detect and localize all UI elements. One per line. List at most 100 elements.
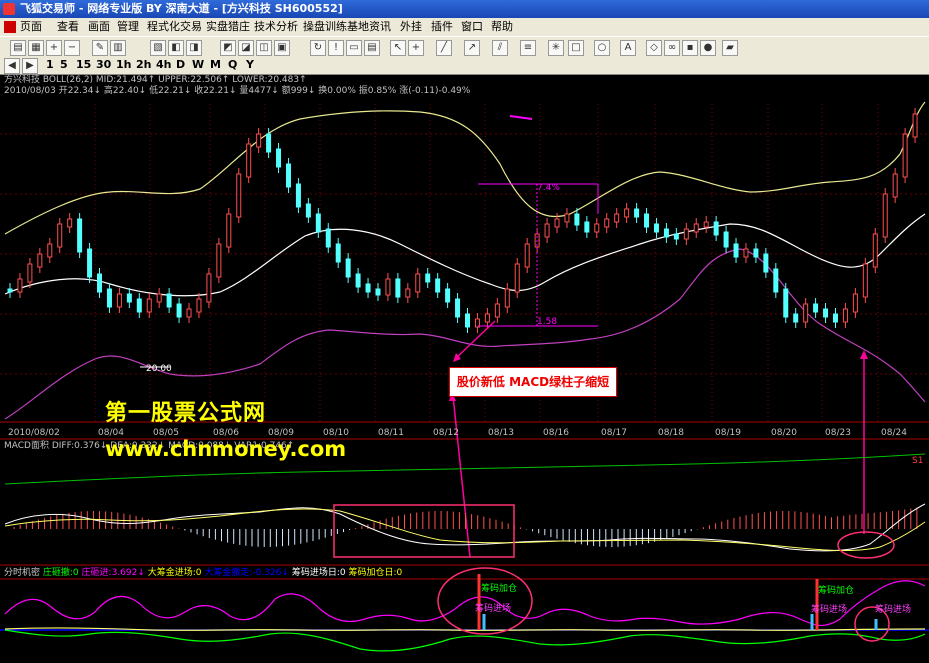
period-M[interactable]: M [210,57,221,73]
cross-icon[interactable]: + [408,40,424,56]
link-icon[interactable]: ∞ [664,40,680,56]
flow-header-part: 庄砸撤:0 [42,568,79,578]
eraser-icon[interactable]: ◇ [646,40,662,56]
candle-body [77,218,83,253]
menu-plugin[interactable]: 插件 [431,18,453,36]
candle-body [276,148,282,168]
fib-icon[interactable]: ≡ [520,40,536,56]
candle-body [455,298,461,318]
candle-body [335,243,341,263]
candlestick-group [7,108,918,333]
candle-body [136,298,142,313]
alert-icon[interactable]: ! [328,40,344,56]
menu-window[interactable]: 窗口 [461,18,483,36]
list-icon[interactable]: ▣ [274,40,290,56]
menu-screen[interactable]: 画面 [88,18,110,36]
candle-body [87,248,93,278]
date-label: 08/23 [825,428,851,438]
print-icon[interactable]: ▦ [28,40,44,56]
candle-body [285,163,291,188]
candle-body [355,273,361,288]
font-icon[interactable]: A [620,40,636,56]
open-icon[interactable]: ▤ [10,40,26,56]
candle-body [753,248,759,258]
period-4h[interactable]: 4h [156,57,172,73]
menu-view[interactable]: 查看 [57,18,79,36]
cursor-icon[interactable]: ↖ [390,40,406,56]
title-bar: 飞狐交易师 - 网络专业版 BY 深南大道 - [方兴科技 SH600552] [0,0,929,18]
ray-icon[interactable]: ↗ [464,40,480,56]
menu-hunt[interactable]: 实盘猎庄 [206,18,250,36]
candle-body [315,213,321,233]
period-Q[interactable]: Q [228,57,237,73]
forward-icon[interactable]: ▶ [22,58,38,74]
candle-body [17,278,23,293]
system-menu-icon[interactable] [4,21,16,33]
candle-body [126,293,132,303]
period-1h[interactable]: 1h [116,57,132,73]
chart-area[interactable]: 方兴科技 BOLL(26,2) MID:21.494↑ UPPER:22.506… [0,74,929,663]
refresh-icon[interactable]: ↻ [310,40,326,56]
back-icon[interactable]: ◀ [4,58,20,74]
candle-body [256,133,262,148]
candle-body [216,243,222,278]
candle-body [683,228,689,240]
period-Y[interactable]: Y [246,57,254,73]
period-2h[interactable]: 2h [136,57,152,73]
annotation-callout: 股价新低 MACD绿柱子缩短 [449,367,617,397]
grid-icon[interactable]: ▥ [110,40,126,56]
period-5[interactable]: 5 [60,57,68,73]
period-1[interactable]: 1 [46,57,54,73]
measure-pct-label: 7.4% [537,183,560,193]
chart-type-icon[interactable]: ▧ [150,40,166,56]
fund-icon[interactable]: ◩ [220,40,236,56]
candle-body [375,288,381,296]
ellipse-icon[interactable]: ○ [594,40,610,56]
menu-training[interactable]: 操盘训练基地 [303,18,369,36]
save-icon[interactable]: ▰ [722,40,738,56]
color-icon[interactable]: ● [700,40,716,56]
period-15[interactable]: 15 [76,57,91,73]
candle-body [604,218,610,228]
candle-body [763,253,769,273]
drawing-icon[interactable]: ✎ [92,40,108,56]
f10-icon[interactable]: ◪ [238,40,254,56]
candle-body [554,218,560,228]
menu-program-trade[interactable]: 程式化交易 [147,18,202,36]
period-D[interactable]: D [176,57,185,73]
window-icon[interactable]: ▭ [346,40,362,56]
menu-page[interactable]: 页面 [20,18,42,36]
menu-info[interactable]: 资讯 [369,18,391,36]
candle-body [27,263,33,283]
zoom-in-icon[interactable]: + [46,40,62,56]
candle-body [425,273,431,283]
compare-icon[interactable]: ◨ [186,40,202,56]
period-30[interactable]: 30 [96,57,111,73]
candle-body [663,228,669,238]
lock-icon[interactable]: ▪ [682,40,698,56]
news-icon[interactable]: ◫ [256,40,272,56]
candle-body [37,253,43,268]
rect-icon[interactable]: □ [568,40,584,56]
candle-body [67,218,73,228]
menu-help[interactable]: 帮助 [491,18,513,36]
date-label: 08/17 [601,428,627,438]
indicator-icon[interactable]: ◧ [168,40,184,56]
candle-body [743,248,749,258]
gann-icon[interactable]: ✳ [548,40,564,56]
channel-icon[interactable]: ⫽ [492,40,508,56]
tile-icon[interactable]: ▤ [364,40,380,56]
candle-body [345,258,351,278]
date-label: 08/13 [488,428,514,438]
line-icon[interactable]: ╱ [436,40,452,56]
period-W[interactable]: W [192,57,204,73]
candle-body [842,308,848,323]
zoom-out-icon[interactable]: − [64,40,80,56]
menu-manage[interactable]: 管理 [117,18,139,36]
menu-plugin-ext[interactable]: 外挂 [400,18,422,36]
app-icon [3,3,15,15]
callout-arrow-bottom [452,395,471,558]
menu-tech[interactable]: 技术分析 [254,18,298,36]
candle-body [584,221,590,233]
flow-annotation: 筹码进场 [475,604,512,614]
